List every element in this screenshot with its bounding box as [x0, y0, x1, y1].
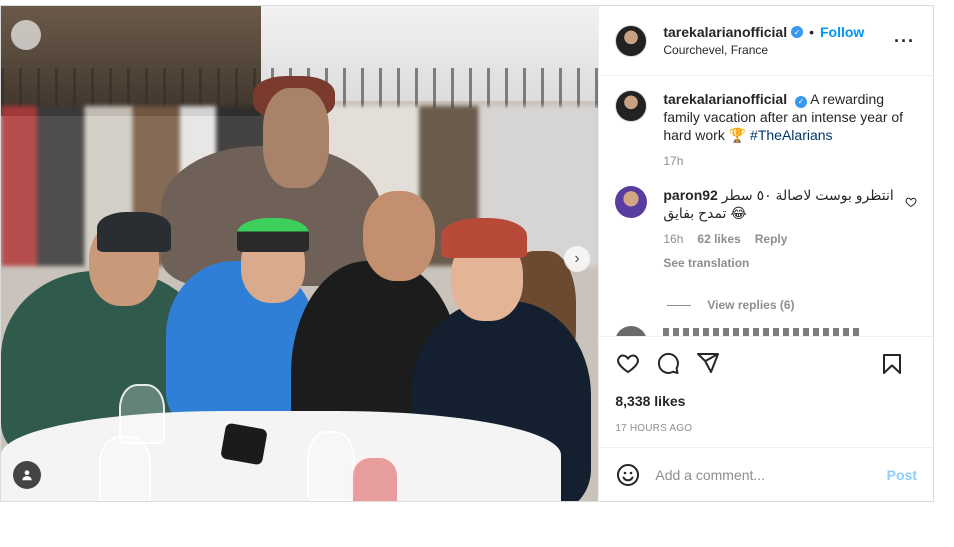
instagram-post: › tarekalarianofficial ✓ • Follow Courch…: [0, 5, 934, 502]
caption-time: 17h: [663, 154, 684, 168]
heart-icon[interactable]: [615, 350, 641, 376]
caption-username[interactable]: tarekalarianofficial: [663, 91, 787, 107]
likes-count[interactable]: 8,338 likes: [615, 393, 917, 409]
media-overlay-icon: [11, 20, 41, 50]
comment-time: 16h: [663, 232, 684, 246]
view-replies-button[interactable]: View replies (6): [667, 298, 917, 312]
comment-input[interactable]: [655, 466, 887, 483]
comment-username[interactable]: paron92: [663, 187, 717, 203]
avatar[interactable]: [615, 186, 648, 218]
location-link[interactable]: Courchevel, France: [663, 43, 864, 57]
user-tag-icon[interactable]: [13, 461, 41, 489]
post-comment-button[interactable]: Post: [887, 467, 917, 483]
add-comment-bar: Post: [599, 447, 933, 501]
separator-dot: •: [809, 24, 814, 40]
verified-badge-icon: ✓: [791, 26, 804, 38]
post-sidebar: tarekalarianofficial ✓ • Follow Courchev…: [598, 6, 933, 501]
username-link[interactable]: tarekalarianofficial: [663, 24, 787, 40]
emoji-icon[interactable]: [615, 462, 641, 488]
post-photo: [1, 6, 599, 501]
comments-section[interactable]: tarekalarianofficial ✓ A rewarding famil…: [599, 76, 933, 336]
see-translation-link[interactable]: See translation: [663, 254, 903, 272]
comment-likes[interactable]: 62 likes: [697, 230, 740, 248]
post-actions: 8,338 likes 17 HOURS AGO: [599, 336, 933, 446]
post-header: tarekalarianofficial ✓ • Follow Courchev…: [599, 6, 933, 76]
reply-button[interactable]: Reply: [755, 230, 788, 248]
avatar[interactable]: [615, 24, 648, 57]
verified-badge-icon: ✓: [794, 96, 807, 108]
comment-icon[interactable]: [655, 350, 681, 376]
follow-button[interactable]: Follow: [820, 24, 864, 40]
avatar[interactable]: [615, 90, 648, 122]
post-timestamp: 17 HOURS AGO: [615, 423, 693, 434]
bookmark-icon[interactable]: [879, 351, 905, 377]
share-icon[interactable]: [695, 350, 721, 376]
post-caption: tarekalarianofficial ✓ A rewarding famil…: [615, 90, 917, 170]
comment-item: paron92 انتظرو بوست لاصالة ٥٠ سطر تمدح ب…: [615, 186, 917, 272]
comment-like-heart-icon[interactable]: [905, 196, 917, 208]
next-comment-partial: [615, 326, 915, 336]
next-media-chevron-icon[interactable]: ›: [564, 246, 590, 272]
hashtag-link[interactable]: #TheAlarians: [750, 127, 833, 143]
more-options-icon[interactable]: ···: [894, 31, 915, 52]
post-media[interactable]: ›: [1, 6, 599, 501]
